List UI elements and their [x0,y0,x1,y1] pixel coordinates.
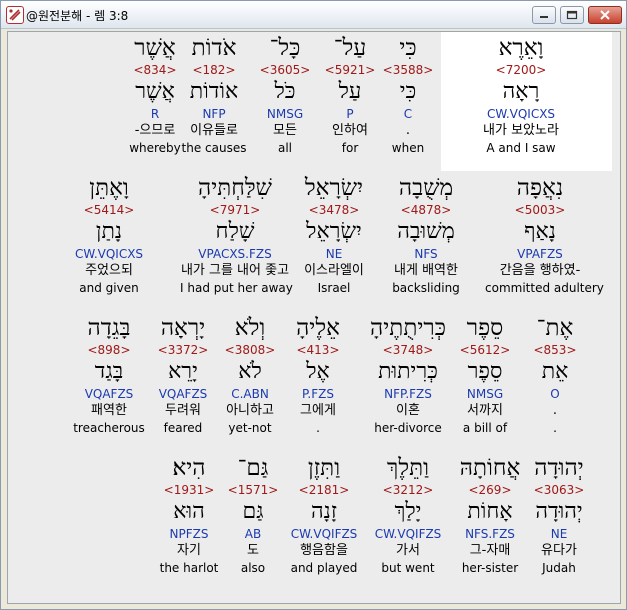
window-title: @원전분해 - 렘 3:8 [26,9,129,23]
close-icon [600,10,610,20]
lemma: נָתַן [95,219,123,244]
korean-gloss: 내가 보았노라 [483,123,559,138]
strong-number: <3063> [533,483,585,497]
english-gloss: backsliding [392,281,460,295]
parsing-code: NE [550,527,568,541]
lemma: שָׁלַח [215,219,255,244]
verse-analysis-panel: אֲשֶׁר <834> אֲשֶׁר R -으므로 whereby אֹדוֹת <182>… [7,31,621,604]
parsing-code: CW.VQICXS [486,107,556,121]
korean-gloss: 내가 그를 내어 좇고 [180,263,290,278]
english-gloss: when [391,141,425,155]
lemma: רָאָה [502,79,540,104]
strong-number: <853> [533,343,577,357]
word-cell[interactable]: וָאֶתֵּן <5414> נָתַן CW.VQICXS 주었으되 and give… [54,174,164,296]
korean-gloss: . [552,403,558,418]
english-gloss: and given [79,281,139,295]
english-gloss: I had put her away [180,281,293,295]
korean-gloss: . [405,123,411,138]
lemma: נָאַף [524,219,556,244]
minimize-button[interactable] [532,6,556,24]
strong-number: <7971> [209,203,261,217]
word-cell[interactable]: מְשֻׁבָה <4878> מְשׁוּבָה NFS 내게 배역한 backslid… [371,174,481,296]
strong-number: <5414> [83,203,135,217]
word-cell[interactable]: יְהוּדָה <3063> יְהוּדָה NE 유다가 Judah [504,454,614,576]
hebrew-word: אֶת־ [536,315,574,341]
parsing-code: CW.VQICXS [74,247,144,261]
lemma: יְהוּדָה [535,499,583,524]
hebrew-word: וָאֶתֵּן [89,175,129,201]
word-cell[interactable]: נִאֲפָה <5003> נָאַף VPAFZS 간음을 행하였-committe… [485,174,604,296]
title-bar[interactable]: @원전분해 - 렘 3:8 [1,1,626,29]
strong-number: <3588> [382,63,434,77]
korean-gloss: 내게 배역한 [394,263,458,278]
parsing-code: O [550,387,560,401]
hebrew-word: נִאֲפָה [516,175,564,201]
korean-gloss: 유다가 [541,543,577,558]
english-gloss: committed adultery [485,281,604,295]
strong-number: <5003> [514,203,566,217]
word-cell[interactable]: כִּי <3588> כִּי C. when [353,34,463,156]
hebrew-word: מְשֻׁבָה [398,175,454,201]
english-gloss: A and I saw [486,141,556,155]
hebrew-word: כִּי [399,35,417,61]
hebrew-word: יְהוּדָה [534,455,584,481]
close-button[interactable] [588,6,622,24]
word-cell[interactable]: אֶת־ <853> אֵת O.. [500,314,610,436]
strong-number: <7200> [495,63,547,77]
korean-gloss: 주었으되 [85,263,133,278]
word-cell[interactable]: שִׁלַּחְתִּיהָ <7971> שָׁלַח VPACXS.FZS 내가 그… [180,174,293,296]
english-gloss: Judah [542,561,576,575]
english-gloss: . [553,421,557,435]
lemma: אֵת [541,359,569,384]
parsing-code: VPACXS.FZS [198,247,272,261]
parsing-code: VPAFZS [517,247,563,261]
lemma: מְשׁוּבָה [397,219,455,244]
app-window: @원전분해 - 렘 3:8 אֲשֶׁר <834> אֲשֶׁר R -으므로 wher… [0,0,627,610]
maximize-button[interactable] [560,6,584,24]
strong-number: <4878> [400,203,452,217]
hebrew-word: וָאֵרֶא [498,35,544,61]
app-icon [6,6,24,24]
lemma: כִּי [399,79,417,104]
minimize-icon [540,16,548,18]
korean-gloss: 간음을 행하였- [499,263,581,278]
parsing-code: NFS [414,247,438,261]
parsing-code: C [403,107,413,121]
hebrew-word: שִׁלַּחְתִּיהָ [198,175,272,201]
word-cell[interactable]: וָאֵרֶא <7200> רָאָה CW.VQICXS 내가 보았노라 A and … [466,34,576,156]
